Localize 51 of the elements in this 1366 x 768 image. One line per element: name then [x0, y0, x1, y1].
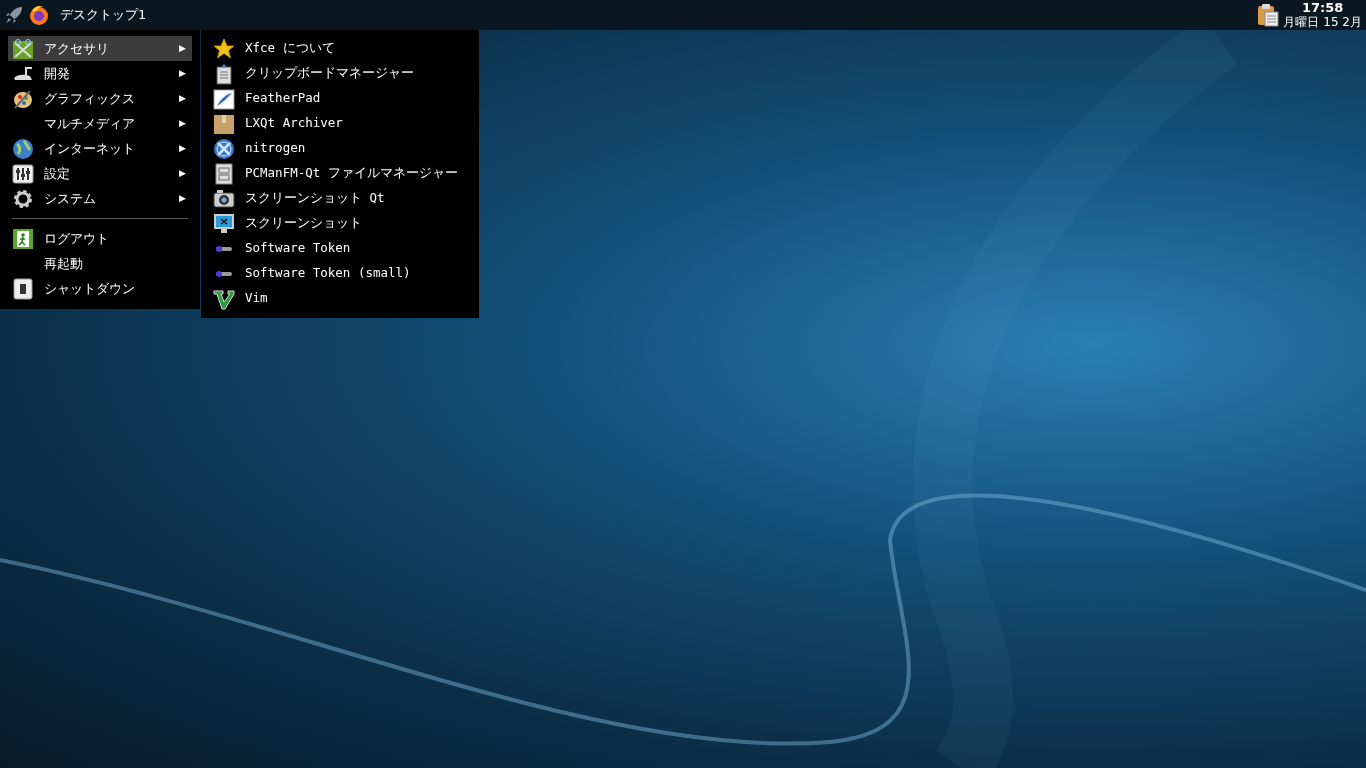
submenu-arrow: ▶ — [179, 41, 186, 55]
menu-item[interactable]: ログアウト — [8, 226, 192, 251]
menu-item[interactable]: LXQt Archiver — [213, 111, 467, 136]
menu-item[interactable]: Software Token (small) — [213, 261, 467, 286]
menu-item[interactable]: クリップボードマネージャー — [213, 61, 467, 86]
menu-item[interactable]: アクセサリ ▶ — [8, 36, 192, 61]
notepad-icon — [213, 87, 235, 110]
clipboard-icon[interactable] — [1257, 3, 1280, 27]
gear-icon — [12, 187, 34, 210]
menu-item[interactable]: FeatherPad — [213, 86, 467, 111]
menu-item[interactable]: マルチメディア ▶ — [8, 111, 192, 136]
submenu-arrow: ▶ — [179, 191, 186, 205]
menu-item[interactable]: スクリーンショット — [213, 211, 467, 236]
vim-logo-icon — [213, 287, 235, 310]
menu-item[interactable]: グラフィックス ▶ — [8, 86, 192, 111]
submenu-arrow: ▶ — [179, 166, 186, 180]
menu-item[interactable]: Vim — [213, 286, 467, 311]
menu-item[interactable]: 再起動 — [8, 251, 192, 276]
workspace-label[interactable]: デスクトップ1 — [60, 5, 147, 25]
menu-item[interactable]: システム ▶ — [8, 186, 192, 211]
menu-item[interactable]: 開発 ▶ — [8, 61, 192, 86]
globe-icon — [12, 137, 34, 160]
tools-icon — [12, 37, 34, 60]
switch-icon — [12, 277, 34, 300]
token-key-icon — [215, 269, 233, 278]
clipboard-icon — [213, 62, 235, 85]
crossed-circle-icon — [213, 137, 235, 160]
star-icon — [213, 37, 235, 60]
camera-icon — [213, 187, 235, 210]
menu-item[interactable]: PCManFM-Qt ファイルマネージャー — [213, 161, 467, 186]
rocket-icon[interactable] — [4, 5, 24, 25]
submenu-arrow: ▶ — [179, 141, 186, 155]
submenu-arrow: ▶ — [179, 66, 186, 80]
menu-item[interactable]: Xfce について — [213, 36, 467, 61]
submenu-arrow: ▶ — [179, 91, 186, 105]
menu-item[interactable]: スクリーンショット Qt — [213, 186, 467, 211]
clock-time[interactable]: 17:58 — [1283, 1, 1362, 15]
menu-item[interactable]: インターネット ▶ — [8, 136, 192, 161]
clock-date[interactable]: 月曜日 15 2月 — [1283, 15, 1362, 29]
menu-item[interactable]: 設定 ▶ — [8, 161, 192, 186]
menu-item[interactable]: シャットダウン — [8, 276, 192, 301]
token-key-icon — [215, 244, 233, 253]
file-cabinet-icon — [213, 162, 235, 185]
cardboard-box-icon — [213, 112, 235, 135]
sliders-icon — [12, 162, 34, 185]
submenu-arrow: ▶ — [179, 116, 186, 130]
browser-icon[interactable] — [28, 4, 50, 26]
monitor-icon — [213, 212, 235, 235]
menu-item[interactable]: nitrogen — [213, 136, 467, 161]
menu-item[interactable]: Software Token — [213, 236, 467, 261]
exit-sign-icon — [12, 227, 34, 250]
